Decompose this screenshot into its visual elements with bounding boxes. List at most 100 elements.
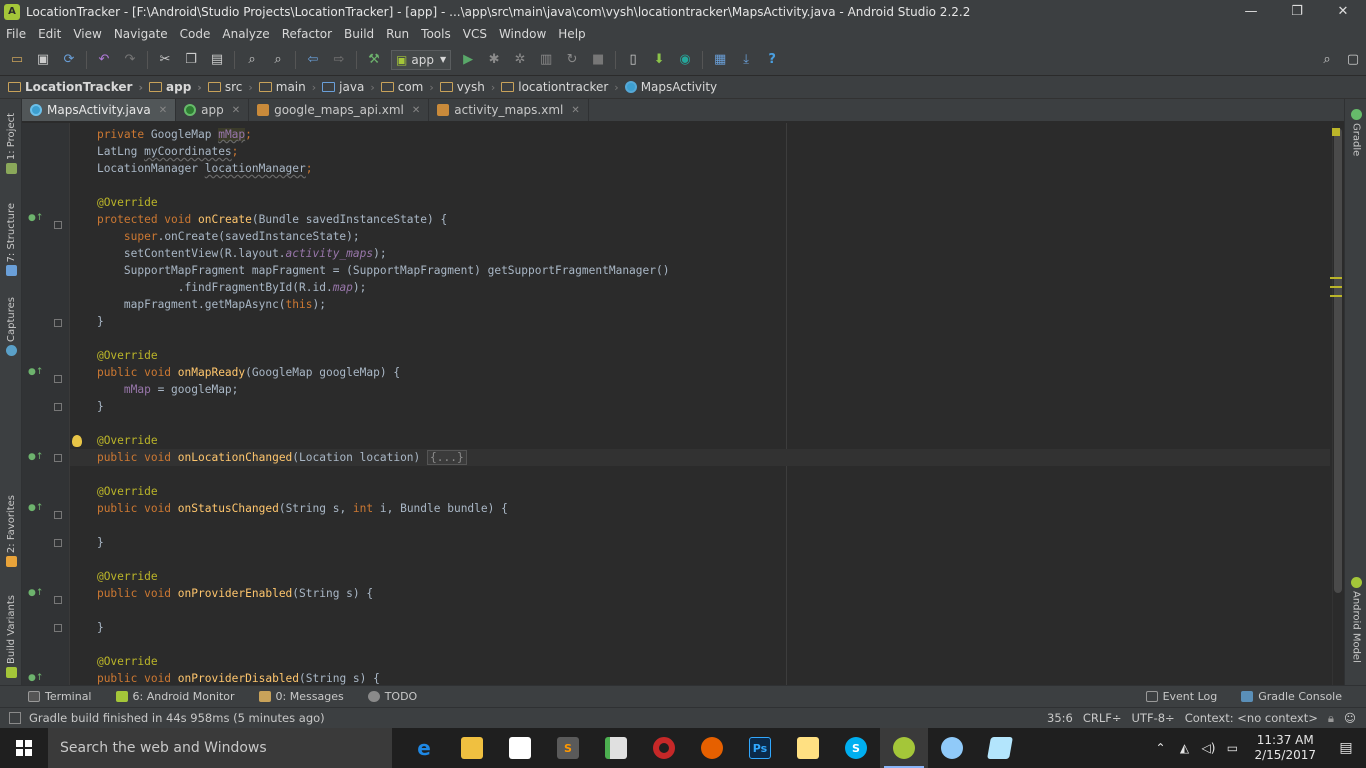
breadcrumb-item[interactable]: app › <box>149 80 202 94</box>
taskbar-app-photos[interactable] <box>784 728 832 768</box>
code-editor[interactable]: ●↑ ●↑ ●↑ ●↑ ●↑ ●↑ private GoogleMap mMap… <box>22 123 1344 685</box>
notifications-icon[interactable]: ▤ <box>1326 740 1366 756</box>
warning-marker[interactable] <box>1330 277 1342 279</box>
menu-edit[interactable]: Edit <box>32 27 67 41</box>
taskbar-app-android-studio[interactable] <box>880 728 928 768</box>
network-icon[interactable]: ◭ <box>1172 741 1196 755</box>
redo-icon[interactable]: ↷ <box>120 50 140 70</box>
menu-run[interactable]: Run <box>380 27 415 41</box>
taskbar-search-box[interactable]: Search the web and Windows <box>48 728 392 768</box>
avd-manager-icon[interactable]: ▯ <box>623 50 643 70</box>
taskbar-app-explorer[interactable] <box>448 728 496 768</box>
tool-structure[interactable]: 7: Structure <box>3 203 19 277</box>
tool-gradle-console[interactable]: Gradle Console <box>1241 690 1342 703</box>
back-icon[interactable]: ⇦ <box>303 50 323 70</box>
chevron-up-icon[interactable]: ⌃ <box>1148 741 1172 755</box>
caret-position[interactable]: 35:6 <box>1047 711 1073 725</box>
project-structure-icon[interactable]: ▦ <box>710 50 730 70</box>
breadcrumb-item[interactable]: MapsActivity <box>624 80 717 94</box>
tool-android-monitor[interactable]: 6: Android Monitor <box>115 690 235 703</box>
fold-marker-icon[interactable] <box>54 511 62 519</box>
tool-project[interactable]: 1: Project <box>3 113 19 175</box>
implement-marker-icon[interactable]: ●↑ <box>28 452 43 462</box>
tool-captures[interactable]: Captures <box>3 297 19 356</box>
attach-debugger-icon[interactable]: ✲ <box>510 50 530 70</box>
sdk-download-icon[interactable]: ⤓ <box>736 50 756 70</box>
maximize-button[interactable]: ❐ <box>1274 0 1320 23</box>
undo-icon[interactable]: ↶ <box>94 50 114 70</box>
line-separator[interactable]: CRLF÷ <box>1083 711 1122 725</box>
warning-marker[interactable] <box>1330 286 1342 288</box>
tab-app[interactable]: app ✕ <box>176 99 250 121</box>
menu-help[interactable]: Help <box>552 27 591 41</box>
fold-marker-icon[interactable] <box>54 319 62 327</box>
taskbar-app-photoshop[interactable]: Ps <box>736 728 784 768</box>
override-marker-icon[interactable]: ●↑ <box>28 213 43 223</box>
close-button[interactable]: ✕ <box>1320 0 1366 23</box>
analysis-status-icon[interactable] <box>1332 128 1340 136</box>
open-folder-icon[interactable]: ▭ <box>7 50 27 70</box>
implement-marker-icon[interactable]: ●↑ <box>28 503 43 513</box>
keyboard-icon[interactable]: ▭ <box>1220 741 1244 755</box>
taskbar-app-firefox[interactable] <box>688 728 736 768</box>
menu-view[interactable]: View <box>67 27 107 41</box>
taskbar-app-sublime[interactable]: S <box>544 728 592 768</box>
close-icon[interactable]: ✕ <box>412 105 420 116</box>
warning-marker[interactable] <box>1330 295 1342 297</box>
taskbar-app-edge[interactable]: e <box>400 728 448 768</box>
vertical-scrollbar-thumb[interactable] <box>1334 128 1342 593</box>
menu-code[interactable]: Code <box>174 27 217 41</box>
toggle-tool-windows-icon[interactable] <box>9 712 21 724</box>
fold-marker-icon[interactable] <box>54 596 62 604</box>
forward-icon[interactable]: ⇨ <box>329 50 349 70</box>
implement-marker-icon[interactable]: ●↑ <box>28 367 43 377</box>
menu-tools[interactable]: Tools <box>415 27 457 41</box>
taskbar-app-notepad[interactable] <box>592 728 640 768</box>
copy-icon[interactable]: ❐ <box>181 50 201 70</box>
tool-todo[interactable]: TODO <box>367 690 417 703</box>
clock[interactable]: 11:37 AM 2/15/2017 <box>1244 733 1326 763</box>
run-icon[interactable]: ▶ <box>458 50 478 70</box>
taskbar-app-other[interactable] <box>976 728 1024 768</box>
menu-window[interactable]: Window <box>493 27 552 41</box>
tab-google-maps-api-xml[interactable]: google_maps_api.xml ✕ <box>249 99 430 121</box>
expand-fold-icon[interactable] <box>54 454 62 462</box>
tool-terminal[interactable]: Terminal <box>28 690 92 703</box>
taskbar-app-skype[interactable]: S <box>832 728 880 768</box>
close-icon[interactable]: ✕ <box>232 105 240 116</box>
search-everywhere-icon[interactable]: ⌕ <box>1317 50 1337 70</box>
tool-event-log[interactable]: Event Log <box>1145 690 1217 703</box>
fold-marker-icon[interactable] <box>54 539 62 547</box>
taskbar-app-store[interactable] <box>496 728 544 768</box>
close-icon[interactable]: ✕ <box>571 105 579 116</box>
volume-icon[interactable]: ◁) <box>1196 741 1220 755</box>
tool-android-model[interactable]: Android Model <box>1348 577 1364 663</box>
replace-icon[interactable]: ⌕ <box>268 50 288 70</box>
breadcrumb-item[interactable]: vysh › <box>439 80 495 94</box>
find-icon[interactable]: ⌕ <box>242 50 262 70</box>
close-icon[interactable]: ✕ <box>159 105 167 116</box>
lock-icon[interactable]: 🔒︎ <box>1328 711 1334 726</box>
breadcrumb-item[interactable]: src › <box>207 80 253 94</box>
breadcrumb-item[interactable]: com › <box>380 80 434 94</box>
tab-activity-maps-xml[interactable]: activity_maps.xml ✕ <box>429 99 589 121</box>
breadcrumb-item[interactable]: locationtracker › <box>501 80 619 94</box>
start-button[interactable] <box>0 728 48 768</box>
taskbar-app-paint[interactable] <box>928 728 976 768</box>
paste-icon[interactable]: ▤ <box>207 50 227 70</box>
stop-icon[interactable]: ■ <box>588 50 608 70</box>
file-encoding[interactable]: UTF-8÷ <box>1132 711 1175 725</box>
debug-icon[interactable]: ✱ <box>484 50 504 70</box>
android-device-monitor-icon[interactable]: ◉ <box>675 50 695 70</box>
make-project-icon[interactable]: ⚒ <box>364 50 384 70</box>
menu-navigate[interactable]: Navigate <box>108 27 174 41</box>
menu-refactor[interactable]: Refactor <box>276 27 338 41</box>
tool-gradle[interactable]: Gradle <box>1348 109 1364 156</box>
inspector-icon[interactable]: ☺ <box>1344 711 1356 725</box>
profile-icon[interactable]: ▥ <box>536 50 556 70</box>
taskbar-app-media[interactable] <box>640 728 688 768</box>
apply-changes-icon[interactable]: ↻ <box>562 50 582 70</box>
fold-marker-icon[interactable] <box>54 375 62 383</box>
breadcrumb-item[interactable]: main › <box>258 80 316 94</box>
menu-build[interactable]: Build <box>338 27 380 41</box>
